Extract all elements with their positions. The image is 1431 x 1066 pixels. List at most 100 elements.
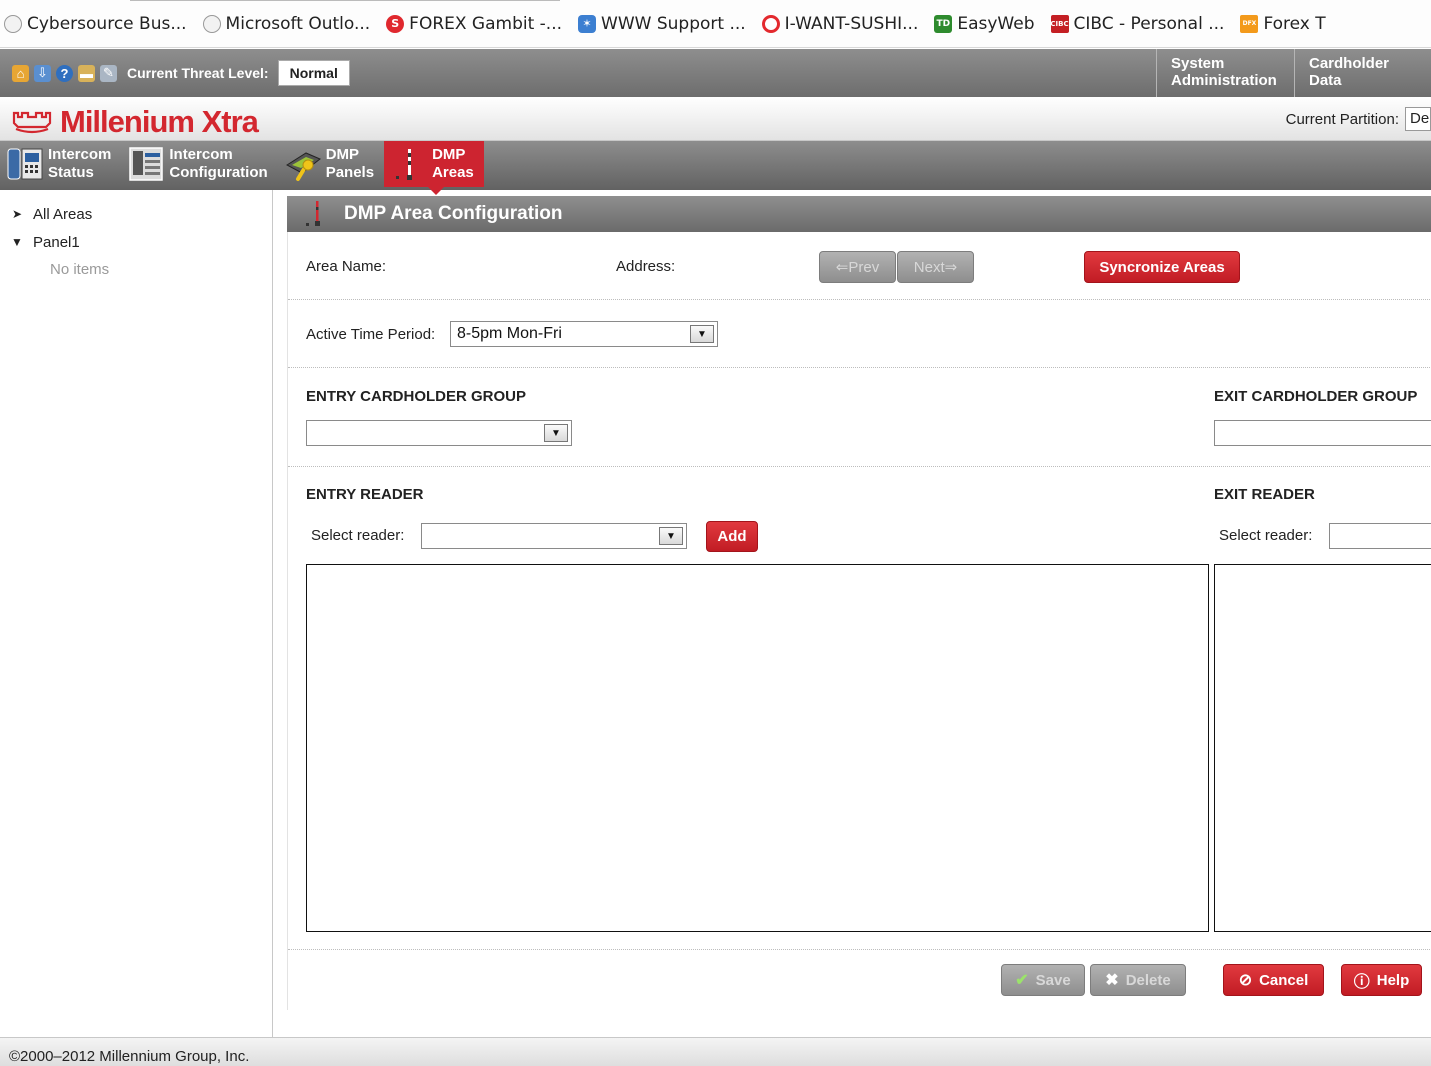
partition-selector: Current Partition: De <box>1286 107 1431 131</box>
next-button[interactable]: Next⇒ <box>897 251 974 283</box>
address-label: Address: <box>616 258 676 275</box>
bookmark-cybersource[interactable]: Cybersource Bus... <box>4 14 187 34</box>
exit-reader-list[interactable] <box>1214 564 1431 932</box>
tree-item-all-areas[interactable]: ➤ All Areas <box>0 200 272 228</box>
sushi-icon <box>761 14 780 33</box>
exit-select-reader-label: Select reader: <box>1219 527 1313 544</box>
tab-label-line1: DMP <box>325 146 360 163</box>
bookmark-label: Microsoft Outlo... <box>225 13 371 34</box>
globe-icon <box>4 14 22 33</box>
page-title: DMP Area Configuration <box>344 203 563 224</box>
tab-strip-edge <box>130 0 560 1</box>
tab-label-line2: Configuration <box>169 164 268 181</box>
bookmark-label: Cybersource Bus... <box>27 13 187 34</box>
bookmark-easyweb[interactable]: TD EasyWeb <box>934 13 1035 34</box>
reader-section: ENTRY READER Select reader: ▼ Add EXIT R… <box>288 467 1431 950</box>
delete-button[interactable]: ✖ Delete <box>1090 964 1186 996</box>
time-period-section: Active Time Period: 8-5pm Mon-Fri ▼ <box>288 300 1431 368</box>
dmp-area-icon <box>306 201 320 226</box>
help-label: Help <box>1376 971 1410 989</box>
delete-label: Delete <box>1125 971 1171 989</box>
dmp-areas-icon <box>396 149 413 180</box>
tab-label-line2: Areas <box>432 164 474 181</box>
active-time-period-value: 8-5pm Mon-Fri <box>457 325 562 342</box>
area-config-form: Area Name: Address: ⇐Prev Next⇒ Syncroni… <box>287 232 1431 1010</box>
add-reader-button[interactable]: Add <box>706 521 758 552</box>
nav-cardholder-data[interactable]: Cardholder Data <box>1294 49 1431 97</box>
bookmark-www-support[interactable]: ✶ WWW Support ... <box>578 14 746 34</box>
save-button[interactable]: ✔ Save <box>1001 964 1085 996</box>
active-time-period-select[interactable]: 8-5pm Mon-Fri ▼ <box>450 321 718 347</box>
nav-system-administration[interactable]: System Administration <box>1156 49 1294 97</box>
checkmark-icon: ✔ <box>1015 972 1029 989</box>
tab-label-line1: DMP <box>432 146 466 163</box>
partition-label: Current Partition: <box>1285 110 1399 128</box>
tree-item-label: Panel1 <box>33 233 80 251</box>
exit-cardholder-group-select[interactable] <box>1214 420 1431 446</box>
globe-icon <box>202 14 221 33</box>
home-icon[interactable]: ⌂ <box>12 64 29 82</box>
entry-reader-heading: ENTRY READER <box>306 486 424 503</box>
tree-item-panel1[interactable]: ▼ Panel1 <box>0 228 272 256</box>
exit-reader-select[interactable] <box>1329 523 1431 549</box>
help-button[interactable]: ⓘ Help <box>1341 964 1422 996</box>
td-icon: TD <box>934 14 953 33</box>
dropdown-arrow-icon[interactable]: ▼ <box>544 424 568 442</box>
tab-label-line2: Panels <box>325 164 375 181</box>
footer: ©2000–2012 Millennium Group, Inc. <box>0 1037 1431 1066</box>
tree-item-label: All Areas <box>33 205 93 223</box>
bookmark-cibc[interactable]: CIBC CIBC - Personal ... <box>1050 13 1225 34</box>
cancel-icon: ⊘ <box>1238 972 1253 989</box>
tab-label: Intercom Configuration <box>169 146 267 182</box>
threat-level-value: Normal <box>277 60 350 86</box>
tab-intercom-configuration[interactable]: Intercom Configuration <box>121 141 277 187</box>
entry-reader-list[interactable] <box>306 564 1209 932</box>
bookmark-forex-gambit[interactable]: S FOREX Gambit -... <box>386 14 562 34</box>
tree-empty-text: No items <box>50 261 110 278</box>
module-tabs: Intercom Status Intercom Configuration DMP… <box>0 141 1431 195</box>
bookmark-outlook[interactable]: Microsoft Outlo... <box>202 13 371 34</box>
threat-level-label: Current Threat Level: <box>127 65 269 81</box>
tools-icon[interactable]: ✎ <box>100 64 117 82</box>
bookmark-label: EasyWeb <box>957 13 1035 34</box>
dropdown-arrow-icon[interactable]: ▼ <box>659 527 683 545</box>
chat-icon[interactable]: ▬ <box>78 64 95 82</box>
intercom-status-icon <box>7 148 43 180</box>
delete-x-icon: ✖ <box>1105 972 1119 989</box>
syncronize-areas-button[interactable]: Syncronize Areas <box>1084 251 1240 283</box>
app-logo[interactable]: Millenium Xtra <box>12 104 259 140</box>
dropdown-arrow-icon[interactable]: ▼ <box>690 325 714 343</box>
dfx-icon: DFX <box>1240 14 1259 33</box>
bookmark-forex-t[interactable]: DFX Forex T <box>1240 13 1326 34</box>
bookmarks-bar: Cybersource Bus... Microsoft Outlo... SF… <box>0 0 1431 48</box>
help-icon[interactable]: ? <box>56 64 73 82</box>
bookmark-sushi[interactable]: I-WANT-SUSHI... <box>761 13 919 34</box>
exit-reader-heading: EXIT READER <box>1214 486 1315 503</box>
entry-cardholder-group-select[interactable]: ▼ <box>306 420 572 446</box>
top-app-bar: ⌂ ⇩ ? ▬ ✎ Current Threat Level: Normal S… <box>0 49 1431 97</box>
bookmark-label: WWW Support ... <box>601 13 746 34</box>
bookmark-label: Forex T <box>1263 13 1326 34</box>
prev-button[interactable]: ⇐Prev <box>819 251 896 283</box>
tab-dmp-panels[interactable]: DMP Panels <box>278 141 384 187</box>
cibc-icon: CIBC <box>1050 14 1069 33</box>
cancel-label: Cancel <box>1259 971 1309 989</box>
partition-select[interactable]: De <box>1405 107 1431 131</box>
active-time-period-label: Active Time Period: <box>306 326 436 343</box>
area-identity-section: Area Name: Address: ⇐Prev Next⇒ Syncroni… <box>288 232 1431 300</box>
cancel-button[interactable]: ⊘ Cancel <box>1223 964 1324 996</box>
exit-cardholder-group-heading: EXIT CARDHOLDER GROUP <box>1214 388 1418 405</box>
castle-logo-icon <box>12 111 52 134</box>
chevron-down-icon[interactable]: ▼ <box>10 235 24 249</box>
logo-row: Millenium Xtra Current Partition: De <box>0 97 1431 141</box>
entry-reader-select[interactable]: ▼ <box>421 523 687 549</box>
tab-intercom-status[interactable]: Intercom Status <box>0 141 121 187</box>
tab-label-line1: Intercom <box>48 146 112 163</box>
bookmark-label: I-WANT-SUSHI... <box>784 13 919 34</box>
chevron-right-icon[interactable]: ➤ <box>10 207 24 221</box>
bookmark-label: CIBC - Personal ... <box>1073 13 1225 34</box>
tab-dmp-areas[interactable]: DMP Areas <box>384 141 484 195</box>
forex-gambit-icon: S <box>386 14 405 33</box>
entry-select-reader-label: Select reader: <box>311 527 405 544</box>
download-icon[interactable]: ⇩ <box>34 64 51 82</box>
